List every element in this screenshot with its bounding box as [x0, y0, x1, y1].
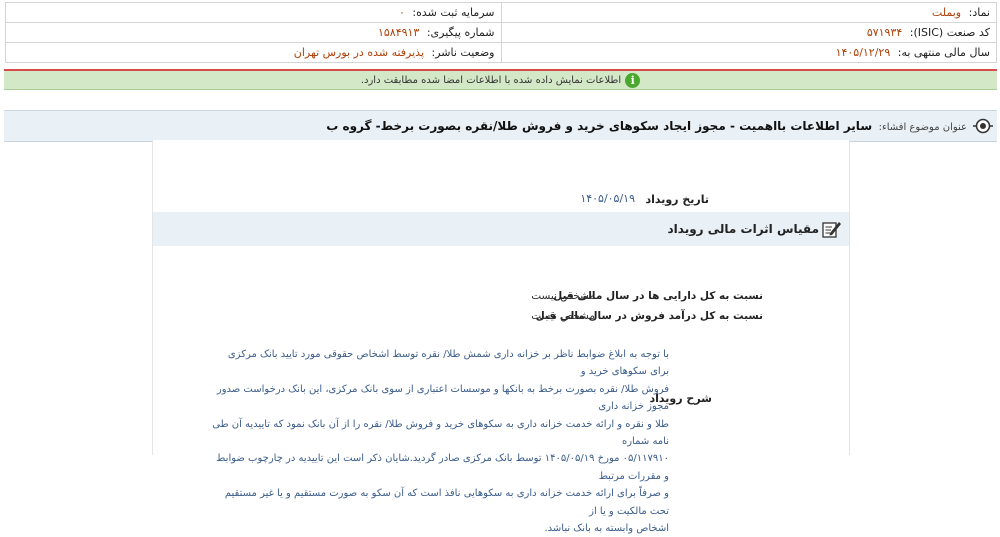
- financial-effects-section-header: مقیاس اثرات مالی رویداد: [153, 212, 849, 246]
- assets-ratio-value: مشخص نیست: [531, 290, 595, 302]
- description-line: با توجه به ابلاغ ضوابط ناظر بر خزانه دار…: [227, 349, 669, 378]
- info-row: کد صنعت (ISIC): ۵۷۱۹۳۴ شماره پیگیری: ۱۵۸…: [5, 22, 997, 43]
- publisher-status-value: پذیرفته شده در بورس تهران: [293, 46, 425, 59]
- tracking-value: ۱۵۸۴۹۱۳: [377, 26, 420, 39]
- event-date-value: ۱۴۰۵/۰۵/۱۹: [580, 192, 635, 205]
- info-row: نماد: وبملت سرمایه ثبت شده: ۰: [5, 2, 997, 23]
- revenue-ratio-value: مشخص نیست: [531, 310, 595, 322]
- edit-note-icon: [822, 222, 841, 238]
- topic-bar: عنوان موضوع افشاء: سایر اطلاعات بااهمیت …: [4, 110, 997, 142]
- info-row: سال مالی منتهی به: ۱۴۰۵/۱۲/۲۹ وضعیت ناشر…: [5, 42, 997, 63]
- tracking-cell: شماره پیگیری: ۱۵۸۴۹۱۳: [5, 22, 502, 43]
- company-info-table: نماد: وبملت سرمایه ثبت شده: ۰ کد صنعت (I…: [5, 2, 997, 63]
- description-line: اشخاص وابسته به بانک نباشد.: [544, 523, 669, 535]
- registered-capital-value: ۰: [398, 6, 405, 19]
- description-line: طلا و نقره و ارائه خدمت خزانه داری به سک…: [212, 418, 669, 448]
- publisher-status-label: وضعیت ناشر:: [431, 46, 495, 59]
- isic-label: کد صنعت (ISIC):: [909, 26, 990, 39]
- event-description: با توجه به ابلاغ ضوابط ناظر بر خزانه دار…: [209, 346, 669, 537]
- fiscal-year-label: سال مالی منتهی به:: [897, 46, 990, 59]
- description-line: و صرفاً برای ارائه خدمت خزانه داری به سک…: [224, 488, 669, 517]
- isic-cell: کد صنعت (ISIC): ۵۷۱۹۳۴: [500, 22, 997, 43]
- info-icon: i: [625, 72, 641, 88]
- target-icon: [973, 118, 993, 134]
- event-content: تاریخ رویداد ۱۴۰۵/۰۵/۱۹ مقیاس اثرات مالی…: [152, 140, 850, 534]
- symbol-label: نماد:: [968, 6, 990, 19]
- verification-notice: i اطلاعات نمایش داده شده با اطلاعات امضا…: [4, 71, 997, 90]
- symbol-cell: نماد: وبملت: [500, 2, 997, 23]
- fiscal-year-cell: سال مالی منتهی به: ۱۴۰۵/۱۲/۲۹: [500, 42, 997, 63]
- isic-value: ۵۷۱۹۳۴: [866, 26, 903, 39]
- description-line: ۰۵/۱۱۷۹۱۰ مورخ ۱۴۰۵/۰۵/۱۹ توسط بانک مرکز…: [216, 453, 669, 482]
- description-line: فروش طلا/ نقره بصورت برخط به بانکها و مو…: [216, 383, 669, 413]
- registered-capital-label: سرمایه ثبت شده:: [412, 6, 495, 19]
- event-date-label: تاریخ رویداد: [645, 193, 709, 206]
- publisher-status-cell: وضعیت ناشر: پذیرفته شده در بورس تهران: [5, 42, 502, 63]
- topic-title: سایر اطلاعات بااهمیت - مجوز ایجاد سکوهای…: [326, 119, 873, 133]
- topic-text: عنوان موضوع افشاء: سایر اطلاعات بااهمیت …: [326, 119, 967, 133]
- symbol-value: وبملت: [931, 6, 962, 19]
- notice-text: اطلاعات نمایش داده شده با اطلاعات امضا ش…: [360, 74, 622, 86]
- topic-label: عنوان موضوع افشاء:: [878, 122, 967, 133]
- tracking-label: شماره پیگیری:: [426, 26, 495, 39]
- section-title: مقیاس اثرات مالی رویداد: [667, 222, 819, 236]
- fiscal-year-value: ۱۴۰۵/۱۲/۲۹: [835, 46, 891, 59]
- registered-capital-cell: سرمایه ثبت شده: ۰: [5, 2, 502, 23]
